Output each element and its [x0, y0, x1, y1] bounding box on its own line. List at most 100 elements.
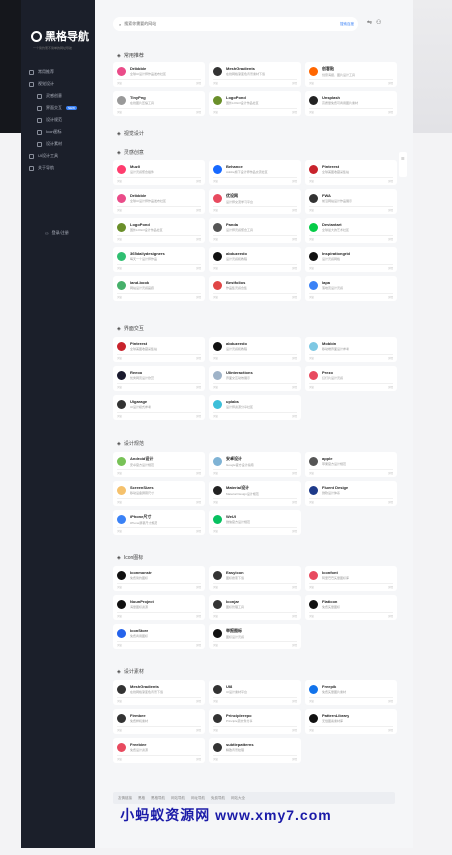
site-card[interactable]: land-book 网站设计灵感画廊 浏览 详情	[113, 276, 205, 301]
card-detail-link[interactable]: 详情	[196, 500, 201, 504]
user-icon[interactable]: ⚇	[376, 19, 381, 26]
search-bar[interactable]: ⌕ 搜索你需要的网站 搜索百度	[113, 17, 358, 31]
card-detail-link[interactable]: 详情	[196, 208, 201, 212]
card-detail-link[interactable]: 详情	[292, 728, 297, 732]
card-detail-link[interactable]: 详情	[292, 266, 297, 270]
site-card[interactable]: Material设计 Material Design设计规范 浏览 详情	[209, 481, 301, 506]
card-detail-link[interactable]: 详情	[292, 414, 297, 418]
card-detail-link[interactable]: 详情	[292, 585, 297, 589]
card-detail-link[interactable]: 详情	[196, 757, 201, 761]
footer-link[interactable]: 网站大全	[231, 796, 245, 801]
translate-icon[interactable]: ⇋	[367, 19, 372, 26]
card-detail-link[interactable]: 详情	[196, 585, 201, 589]
logo[interactable]: 黑格导航	[31, 28, 89, 44]
card-detail-link[interactable]: 详情	[388, 699, 393, 703]
site-card[interactable]: LogoPond 国外LOGO设计作品社区 浏览 详情	[209, 91, 301, 116]
site-card[interactable]: Iconmonstr 免费简约图标 浏览 详情	[113, 566, 205, 591]
sidebar-item[interactable]: 常用推荐	[29, 66, 93, 78]
card-detail-link[interactable]: 详情	[292, 643, 297, 647]
card-detail-link[interactable]: 详情	[196, 614, 201, 618]
site-card[interactable]: ScreenSizes 移动设备屏幕尺寸 浏览 详情	[113, 481, 205, 506]
card-detail-link[interactable]: 详情	[388, 585, 393, 589]
card-detail-link[interactable]: 详情	[196, 237, 201, 241]
site-card[interactable]: Principlerepo Principle源文件分享 浏览 详情	[209, 709, 301, 734]
site-card[interactable]: Panda 设计师灵感聚合工具 浏览 详情	[209, 218, 301, 243]
card-detail-link[interactable]: 详情	[196, 728, 201, 732]
footer-link[interactable]: 友情链接	[118, 796, 132, 801]
site-card[interactable]: Freebiee 免费设计资源 浏览 详情	[113, 738, 205, 763]
site-card[interactable]: subtlepatterns 精致背景纹理 浏览 详情	[209, 738, 301, 763]
card-detail-link[interactable]: 详情	[388, 728, 393, 732]
site-card[interactable]: lapa 落地页设计灵感 浏览 详情	[305, 276, 397, 301]
card-detail-link[interactable]: 详情	[196, 266, 201, 270]
card-detail-link[interactable]: 详情	[388, 110, 393, 114]
site-card[interactable]: abduzeedo 设计灵感和教程 浏览 详情	[209, 247, 301, 272]
site-card[interactable]: Easyicon 图标搜索下载 浏览 详情	[209, 566, 301, 591]
card-detail-link[interactable]: 详情	[292, 81, 297, 85]
footer-link[interactable]: 免费导航	[211, 796, 225, 801]
site-card[interactable]: Deviantart 全球最大的艺术社区 浏览 详情	[305, 218, 397, 243]
site-card[interactable]: Behance Adobe旗下设计师作品交流社区 浏览 详情	[209, 160, 301, 185]
site-card[interactable]: TinyPng 在线图片压缩工具 浏览 详情	[113, 91, 205, 116]
site-card[interactable]: IconStore 免费商用图标 浏览 详情	[113, 624, 205, 649]
site-card[interactable]: UIinteractions 界面交互动效展示 浏览 详情	[209, 366, 301, 391]
site-card[interactable]: 安卓设计 Google官方设计指南 浏览 详情	[209, 452, 301, 477]
card-detail-link[interactable]: 详情	[196, 471, 201, 475]
card-detail-link[interactable]: 详情	[388, 81, 393, 85]
card-detail-link[interactable]: 详情	[388, 385, 393, 389]
site-card[interactable]: Prezo 幻灯片设计灵感 浏览 详情	[305, 366, 397, 391]
site-card[interactable]: Android设计 安卓官方设计规范 浏览 详情	[113, 452, 205, 477]
site-card[interactable]: uplabs 设计师资源分享社区 浏览 详情	[209, 395, 301, 420]
site-card[interactable]: PatternLibrary 无缝图案素材库 浏览 详情	[305, 709, 397, 734]
card-detail-link[interactable]: 详情	[292, 179, 297, 183]
site-card[interactable]: Flaticon 免费矢量图标 浏览 详情	[305, 595, 397, 620]
site-card[interactable]: Fluent Design 微软设计体系 浏览 详情	[305, 481, 397, 506]
site-card[interactable]: MeshGradients 在线网格渐变色背景素材下载 浏览 详情	[209, 62, 301, 87]
card-detail-link[interactable]: 详情	[292, 110, 297, 114]
site-card[interactable]: abduzeedo 设计灵感和教程 浏览 详情	[209, 337, 301, 362]
site-card[interactable]: NounProject 海量图标资源 浏览 详情	[113, 595, 205, 620]
sidebar-item[interactable]: 设计素材	[29, 138, 93, 150]
card-detail-link[interactable]: 详情	[196, 81, 201, 85]
site-card[interactable]: Firmbee 免费样机素材 浏览 详情	[113, 709, 205, 734]
card-detail-link[interactable]: 详情	[292, 295, 297, 299]
sidebar-item[interactable]: 界面交互 NEW	[29, 102, 93, 114]
card-detail-link[interactable]: 详情	[292, 757, 297, 761]
card-detail-link[interactable]: 详情	[196, 385, 201, 389]
site-card[interactable]: MeshGradients 在线网格渐变色背景下载 浏览 详情	[113, 680, 205, 705]
right-toolbar[interactable]: ☰	[399, 152, 407, 177]
card-detail-link[interactable]: 详情	[388, 266, 393, 270]
login-link[interactable]: ⚇ 登录/注册	[45, 230, 69, 236]
site-card[interactable]: LogoPond 国外LOGO设计作品社区 浏览 详情	[113, 218, 205, 243]
search-input[interactable]: 搜索你需要的网站	[124, 21, 156, 27]
card-detail-link[interactable]: 详情	[292, 699, 297, 703]
site-card[interactable]: FWA 前沿网站设计作品展示 浏览 详情	[305, 189, 397, 214]
card-detail-link[interactable]: 详情	[196, 110, 201, 114]
card-detail-link[interactable]: 详情	[292, 471, 297, 475]
site-card[interactable]: Uigarage UI设计模式参考 浏览 详情	[113, 395, 205, 420]
footer-link[interactable]: 网站导航	[171, 796, 185, 801]
site-card[interactable]: WeUI 微信官方设计规范 浏览 详情	[209, 510, 301, 535]
site-card[interactable]: Mobbin 移动端界面设计参考 浏览 详情	[305, 337, 397, 362]
site-card[interactable]: 创客贴 创意海报、图片设计工具 浏览 详情	[305, 62, 397, 87]
sidebar-item[interactable]: 设计规范	[29, 114, 93, 126]
card-detail-link[interactable]: 详情	[292, 356, 297, 360]
site-card[interactable]: 优设网 设计师交流学习平台 浏览 详情	[209, 189, 301, 214]
card-detail-link[interactable]: 详情	[196, 356, 201, 360]
sidebar-item[interactable]: UI设计工具	[29, 150, 93, 162]
card-detail-link[interactable]: 详情	[292, 237, 297, 241]
card-detail-link[interactable]: 详情	[292, 614, 297, 618]
card-detail-link[interactable]: 详情	[388, 356, 393, 360]
site-card[interactable]: Dribbble 全球UI设计师作品发布社区 浏览 详情	[113, 62, 205, 87]
site-card[interactable]: Pinterest 全球美图收藏采集站 浏览 详情	[305, 160, 397, 185]
card-detail-link[interactable]: 详情	[196, 295, 201, 299]
site-card[interactable]: 举报图标 图标设计灵感 浏览 详情	[209, 624, 301, 649]
site-card[interactable]: UI8 UI设计素材平台 浏览 详情	[209, 680, 301, 705]
site-card[interactable]: Pinterest 全球美图收藏采集站 浏览 详情	[113, 337, 205, 362]
site-card[interactable]: Reeoo 优秀网页设计欣赏 浏览 详情	[113, 366, 205, 391]
card-detail-link[interactable]: 详情	[292, 385, 297, 389]
sidebar-item[interactable]: 关于导航	[29, 162, 93, 174]
sidebar-item[interactable]: 灵感创意	[29, 90, 93, 102]
site-card[interactable]: Freepik 免费矢量图片素材 浏览 详情	[305, 680, 397, 705]
card-detail-link[interactable]: 详情	[388, 208, 393, 212]
